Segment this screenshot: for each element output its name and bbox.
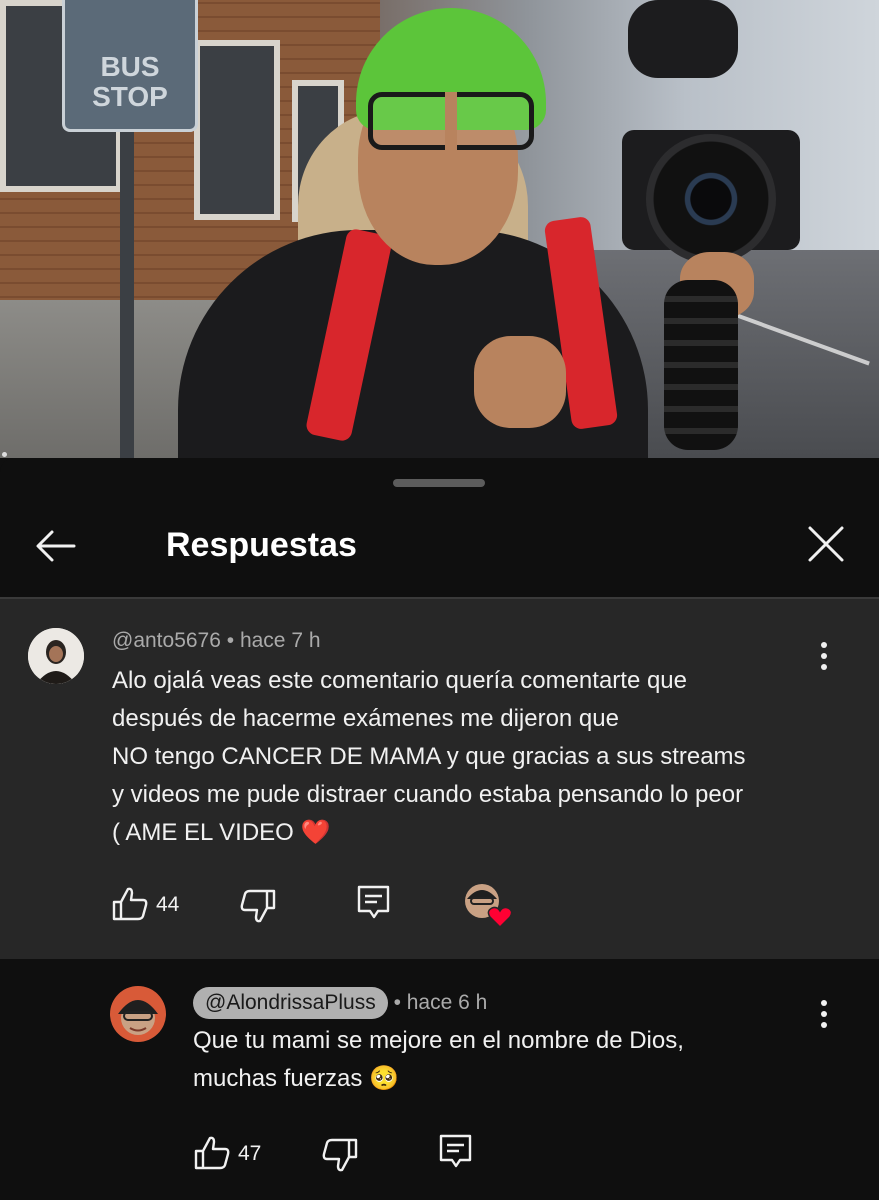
creator-heart[interactable] [464, 883, 516, 929]
dislike-icon [322, 1138, 358, 1172]
comment-item: @anto5676 • hace 7 h Alo ojalá veas este… [0, 599, 879, 959]
like-button[interactable] [110, 885, 150, 925]
reply-icon [357, 885, 390, 919]
replies-panel: Respuestas @anto5676 • hace 7 h Alo ojal… [0, 458, 879, 1200]
panel-header: Respuestas [0, 498, 879, 594]
camera-lens [646, 134, 776, 264]
reply-time: hace 6 h [406, 991, 488, 1014]
close-icon [808, 526, 844, 562]
drag-handle[interactable] [393, 479, 485, 487]
dislike-button[interactable] [320, 1134, 360, 1174]
reply-text: Que tu mami se mejore en el nombre de Di… [193, 1027, 684, 1092]
video-player[interactable]: BUS STOP [0, 0, 879, 458]
tripod [664, 280, 738, 450]
reply-author-badge[interactable]: @AlondrissaPluss [193, 987, 388, 1019]
comment-time: hace 7 h [239, 629, 321, 652]
reply-icon [439, 1134, 472, 1168]
close-button[interactable] [800, 518, 852, 570]
sign-pole [120, 130, 134, 458]
video-person [178, 0, 698, 458]
avatar[interactable] [110, 986, 166, 1042]
comment-author[interactable]: @anto5676 [112, 629, 221, 652]
camera-mic [628, 0, 738, 78]
like-icon [112, 887, 148, 921]
dislike-button[interactable] [238, 885, 278, 925]
reply-meta: @AlondrissaPluss • hace 6 h [193, 987, 487, 1019]
reply-button[interactable] [436, 1132, 476, 1172]
comment-text: Alo ojalá veas este comentario quería co… [112, 667, 746, 846]
avatar[interactable] [28, 628, 84, 684]
progress-scrubber[interactable] [2, 452, 7, 457]
like-icon [194, 1136, 230, 1170]
back-arrow-icon [36, 530, 76, 562]
reply-item: @AlondrissaPluss • hace 6 h Que tu mami … [0, 959, 879, 1200]
dislike-icon [240, 889, 276, 923]
back-button[interactable] [30, 520, 82, 572]
panel-title: Respuestas [166, 526, 357, 564]
like-count: 47 [238, 1142, 262, 1165]
like-count: 44 [156, 893, 180, 916]
like-button[interactable] [192, 1134, 232, 1174]
comment-meta: @anto5676 • hace 7 h [112, 629, 321, 652]
reply-button[interactable] [354, 883, 394, 923]
creator-heart-icon [465, 884, 513, 929]
